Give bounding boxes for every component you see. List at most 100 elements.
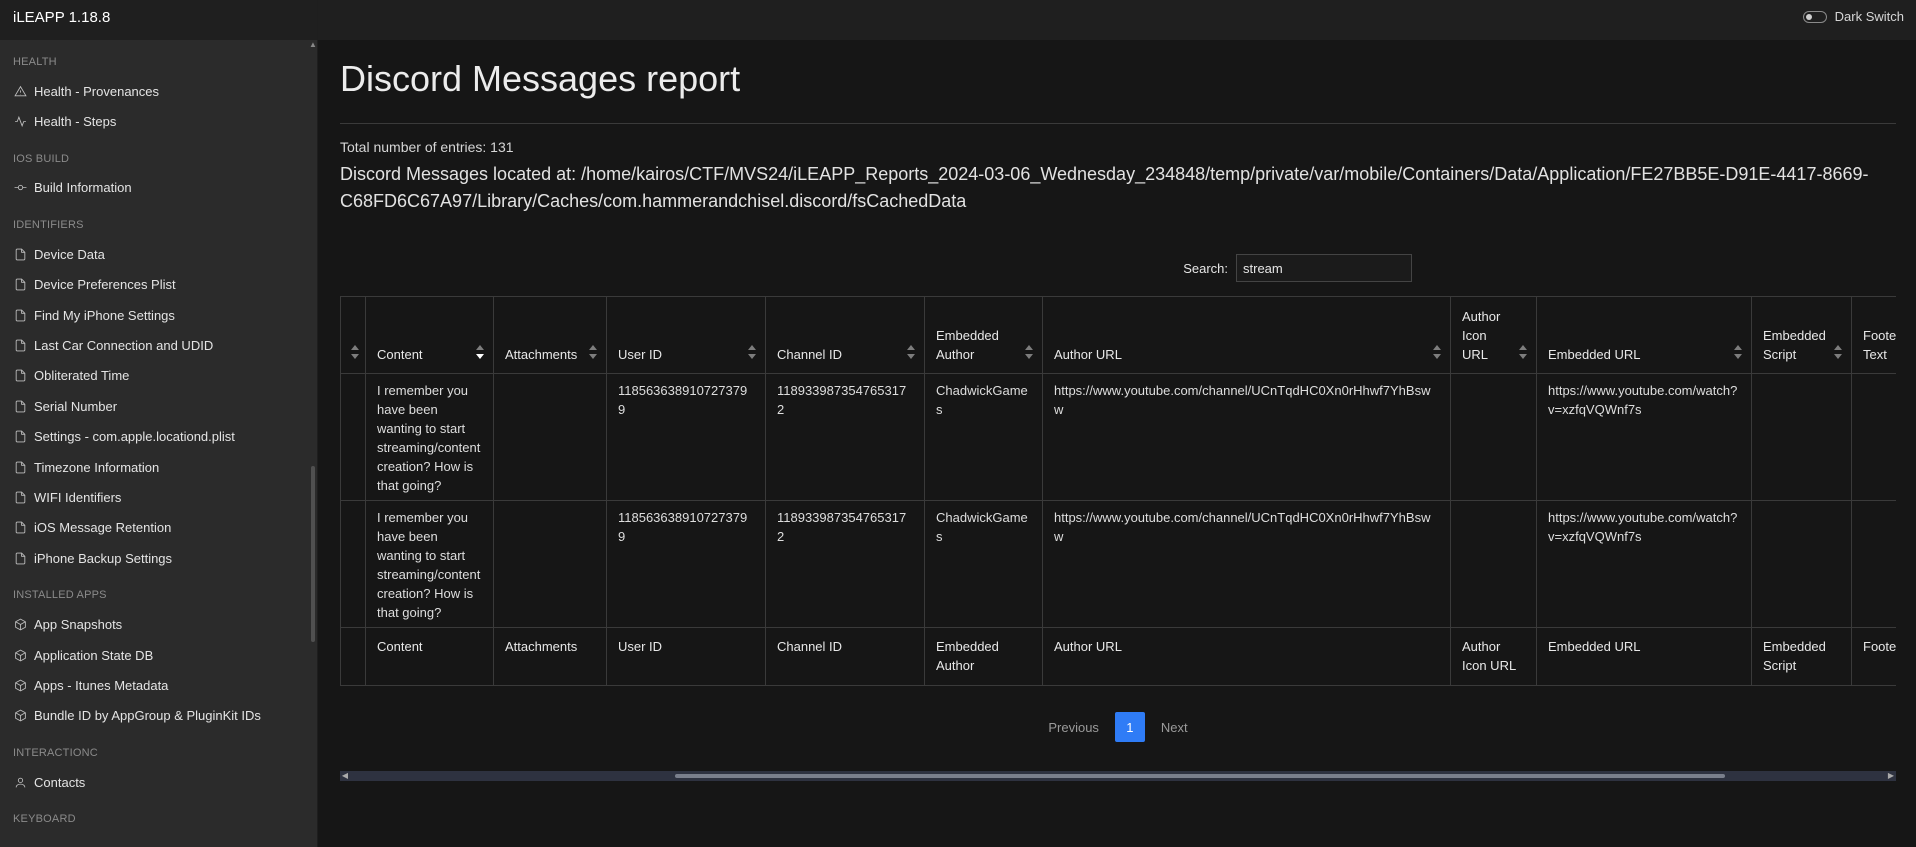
search-label: Search:	[1183, 260, 1228, 276]
file-icon	[13, 551, 27, 565]
column-header-content[interactable]: Content	[365, 296, 494, 374]
sidebar-item-bundle-id-by-appgroup-pluginkit-ids[interactable]: Bundle ID by AppGroup & PluginKit IDs	[0, 701, 309, 731]
file-icon	[13, 308, 27, 322]
column-header-author-icon-url[interactable]: Author Icon URL	[1450, 296, 1537, 374]
cell-author-url: https://www.youtube.com/channel/UCnTqdHC…	[1042, 373, 1451, 501]
table-footer-row: Content Attachments User ID Channel ID Embed…	[340, 627, 1896, 686]
file-icon	[13, 399, 27, 413]
sidebar-item-label: Contacts	[34, 774, 86, 790]
sidebar-item-health-provenances[interactable]: Health - Provenances	[0, 76, 309, 106]
column-footer-user-id: User ID	[606, 627, 766, 686]
table-body: I remember you have been wanting to star…	[340, 373, 1896, 628]
file-icon	[13, 460, 27, 474]
sidebar-item-label: WIFI Identifiers	[34, 489, 122, 505]
sidebar-item-ios-message-retention[interactable]: iOS Message Retention	[0, 513, 309, 543]
sidebar-item-health-steps[interactable]: Health - Steps	[0, 106, 309, 136]
sidebar-item-device-preferences-plist[interactable]: Device Preferences Plist	[0, 270, 309, 300]
column-header-embedded-author[interactable]: Embedded Author	[924, 296, 1043, 374]
horizontal-scrollbar-thumb[interactable]	[675, 774, 1725, 778]
sort-arrows-icon[interactable]	[1734, 345, 1742, 359]
cell-attachments	[493, 373, 607, 501]
sort-arrows-icon[interactable]	[589, 345, 597, 359]
sidebar-item-label: Find My iPhone Settings	[34, 307, 175, 323]
cell-embedded-url: https://www.youtube.com/watch?v=xzfqVQWn…	[1536, 500, 1752, 628]
column-header-embedded-script[interactable]: Embedded Script	[1751, 296, 1852, 374]
sidebar-section-identifiers: IDENTIFIERS	[13, 219, 84, 232]
column-header-footer-text[interactable]: Footer Text	[1851, 296, 1896, 374]
sort-arrows-icon[interactable]	[907, 345, 915, 359]
column-footer-author-url: Author URL	[1042, 627, 1451, 686]
search-input[interactable]	[1236, 254, 1412, 282]
sidebar-item-obliterated-time[interactable]: Obliterated Time	[0, 361, 309, 391]
sidebar-item-application-state-db[interactable]: Application State DB	[0, 640, 309, 670]
sort-arrows-icon[interactable]	[1519, 345, 1527, 359]
report-main: Discord Messages report Total number of …	[340, 40, 1896, 847]
report-table: Content Attachments User ID Channel ID Embed…	[340, 296, 1896, 686]
cell-footer-text	[1851, 500, 1896, 628]
sidebar-item-label: Application State DB	[34, 647, 154, 663]
sidebar-item-settings-com-apple-locationd-plist[interactable]: Settings - com.apple.locationd.plist	[0, 422, 309, 452]
sidebar-item-label: App Snapshots	[34, 617, 123, 633]
sort-arrows-icon[interactable]	[476, 345, 484, 359]
sidebar-item-wifi-identifiers[interactable]: WIFI Identifiers	[0, 482, 309, 512]
cell-footer-text	[1851, 373, 1896, 501]
sidebar-item-contacts[interactable]: Contacts	[0, 767, 309, 797]
column-header-label: Content	[377, 347, 423, 362]
previous-page-button[interactable]: Previous	[1046, 720, 1101, 735]
dark-switch[interactable]: Dark Switch	[1802, 9, 1904, 24]
app-title[interactable]: iLEAPP 1.18.8	[0, 0, 317, 40]
package-icon	[13, 678, 27, 692]
sidebar-nav: HEALTH Health - Provenances Health - Steps…	[0, 40, 309, 847]
cell-author-url: https://www.youtube.com/channel/UCnTqdHC…	[1042, 500, 1451, 628]
sidebar-item-label: Timezone Information	[34, 459, 160, 475]
column-header-embedded-url[interactable]: Embedded URL	[1536, 296, 1752, 374]
divider	[340, 123, 1896, 124]
column-header-user-id[interactable]: User ID	[606, 296, 766, 374]
sort-arrows-icon[interactable]	[1834, 345, 1842, 359]
page-1-button[interactable]: 1	[1114, 712, 1145, 742]
cell-index	[340, 500, 366, 628]
file-icon	[13, 278, 27, 292]
sidebar-scrollbar[interactable]: ▲	[309, 40, 317, 847]
file-icon	[13, 521, 27, 535]
sidebar-item-timezone-information[interactable]: Timezone Information	[0, 452, 309, 482]
sort-arrows-icon[interactable]	[1433, 345, 1441, 359]
next-page-button[interactable]: Next	[1159, 720, 1190, 735]
pagination: Previous 1 Next	[340, 712, 1896, 742]
cell-index	[340, 373, 366, 501]
sort-arrows-icon[interactable]	[748, 345, 756, 359]
sidebar-section-keyboard: KEYBOARD	[13, 813, 76, 826]
sidebar-item-iphone-backup-settings[interactable]: iPhone Backup Settings	[0, 543, 309, 573]
scroll-right-arrow-icon[interactable]: ▶	[1886, 771, 1896, 781]
table-horizontal-scrollbar[interactable]: ◀ ▶	[340, 771, 1896, 781]
scroll-up-arrow-icon[interactable]: ▲	[309, 40, 317, 50]
sidebar-item-find-my-iphone-settings[interactable]: Find My iPhone Settings	[0, 300, 309, 330]
column-header-channel-id[interactable]: Channel ID	[765, 296, 925, 374]
scroll-left-arrow-icon[interactable]: ◀	[340, 771, 350, 781]
file-icon	[13, 247, 27, 261]
table-row: I remember you have been wanting to star…	[340, 373, 1896, 501]
column-header-attachments[interactable]: Attachments	[493, 296, 607, 374]
report-table-container: Content Attachments User ID Channel ID Embed…	[340, 296, 1896, 686]
column-header-author-url[interactable]: Author URL	[1042, 296, 1451, 374]
report-location: Discord Messages located at: /home/kairo…	[340, 164, 1869, 211]
sidebar-item-label: iPhone Backup Settings	[34, 550, 173, 566]
sidebar-item-apps-itunes-metadata[interactable]: Apps - Itunes Metadata	[0, 670, 309, 700]
sidebar-item-label: Health - Provenances	[34, 83, 160, 99]
sidebar-scrollbar-thumb[interactable]	[311, 466, 315, 642]
toggle-switch-icon[interactable]	[1802, 10, 1827, 23]
sort-arrows-icon[interactable]	[1025, 345, 1033, 359]
sidebar-item-device-data[interactable]: Device Data	[0, 239, 309, 269]
top-bar: Dark Switch	[318, 0, 1916, 40]
sidebar-item-app-snapshots[interactable]: App Snapshots	[0, 609, 309, 639]
column-header-label: User ID	[618, 347, 663, 362]
column-header-index[interactable]	[340, 296, 366, 374]
column-footer-author-icon-url: Author Icon URL	[1450, 627, 1537, 686]
sidebar-item-last-car-connection-and-udid[interactable]: Last Car Connection and UDID	[0, 330, 309, 360]
sidebar-item-serial-number[interactable]: Serial Number	[0, 391, 309, 421]
cell-attachments	[493, 500, 607, 628]
sidebar-item-build-information[interactable]: Build Information	[0, 173, 309, 203]
sidebar-section-health: HEALTH	[13, 56, 57, 68]
sidebar-item-label: Health - Steps	[34, 114, 117, 130]
sort-arrows-icon[interactable]	[351, 345, 359, 359]
